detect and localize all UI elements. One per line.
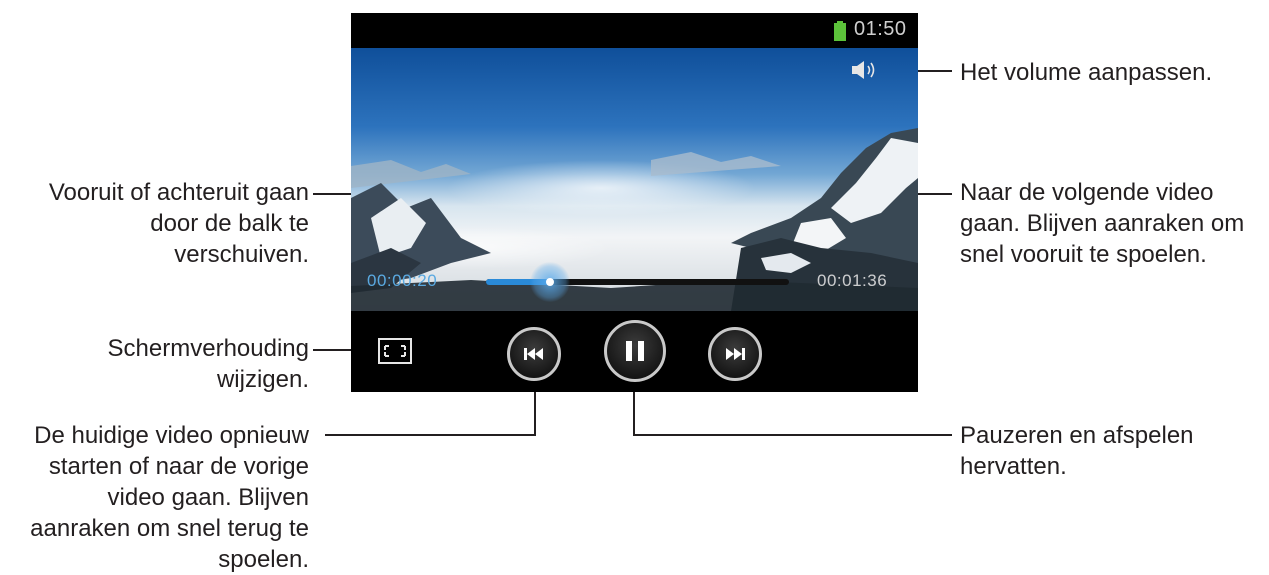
status-bar: 01:50 — [351, 13, 918, 48]
status-time: 01:50 — [854, 18, 907, 40]
video-player-screen: 01:50 00:00:20 00:01:36 — [351, 13, 918, 392]
total-time: 00:01:36 — [817, 271, 888, 290]
playback-controls — [351, 311, 918, 392]
annotation-volume: Het volume aanpassen. — [960, 59, 1213, 86]
aspect-ratio-icon[interactable] — [378, 338, 412, 364]
annotation-previous: De huidige video opnieuw starten of naar… — [30, 422, 309, 573]
annotation-next: Naar de volgende video gaan. Blijven aan… — [960, 179, 1245, 268]
annotation-ratio: Schermverhouding wijzigen. — [107, 335, 309, 393]
next-button[interactable] — [708, 327, 762, 381]
annotation-pause: Pauzeren en afspelen hervatten. — [960, 422, 1194, 480]
current-time: 00:00:20 — [367, 271, 438, 290]
pause-button[interactable] — [604, 320, 666, 382]
leader-previous-h — [325, 434, 536, 436]
volume-icon[interactable] — [850, 60, 882, 80]
battery-full-icon — [834, 21, 846, 41]
skip-next-icon — [726, 348, 745, 360]
seek-bar[interactable] — [486, 262, 789, 302]
pause-icon — [626, 341, 644, 361]
skip-previous-icon — [524, 348, 543, 360]
leader-pause-h — [633, 434, 952, 436]
seek-handle[interactable] — [545, 278, 554, 286]
annotation-seek: Vooruit of achteruit gaan door de balk t… — [48, 179, 309, 268]
previous-button[interactable] — [507, 327, 561, 381]
